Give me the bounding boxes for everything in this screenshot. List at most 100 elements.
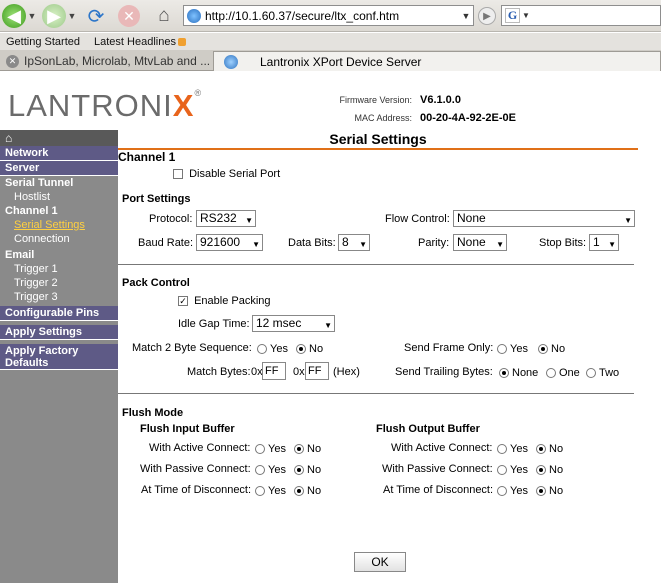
sidebar-item-trigger-1[interactable]: Trigger 1 bbox=[0, 262, 118, 276]
sidebar-item-hostlist[interactable]: Hostlist bbox=[0, 190, 118, 204]
url-text[interactable]: http://10.1.60.37/secure/ltx_conf.htm bbox=[205, 9, 459, 23]
close-tab-icon[interactable]: ✕ bbox=[6, 54, 19, 68]
forward-icon[interactable]: ▶ bbox=[42, 4, 66, 28]
trailing-none-radio[interactable] bbox=[499, 368, 509, 379]
sidebar-item-configurable-pins[interactable]: Configurable Pins bbox=[0, 306, 118, 321]
sidebar-item-email[interactable]: Email bbox=[0, 248, 118, 262]
input-disconnect-no-radio[interactable] bbox=[294, 486, 304, 497]
sidebar-item-apply-factory-defaults[interactable]: Apply Factory Defaults bbox=[0, 344, 118, 370]
output-active-no-radio[interactable] bbox=[536, 444, 546, 455]
tab-lantronix[interactable]: Lantronix XPort Device Server bbox=[213, 51, 661, 71]
protocol-select[interactable]: RS232 ▼ bbox=[196, 210, 256, 227]
input-passive-no-option[interactable]: No bbox=[294, 464, 321, 476]
send-frame-yes-option[interactable]: Yes bbox=[497, 343, 528, 355]
match-byte-1-input[interactable]: FF bbox=[262, 362, 286, 380]
trailing-none-option[interactable]: None bbox=[499, 367, 538, 379]
stop-bits-select[interactable]: 1 ▼ bbox=[589, 234, 619, 251]
hex-suffix: (Hex) bbox=[333, 366, 360, 378]
google-search-icon[interactable]: G bbox=[505, 8, 520, 23]
site-favicon-icon bbox=[187, 8, 201, 23]
home-icon[interactable]: ⌂ bbox=[152, 4, 176, 28]
enable-packing-checkbox[interactable]: ✓ bbox=[178, 296, 188, 307]
sidebar-item-server[interactable]: Server bbox=[0, 161, 118, 176]
input-passive-no-radio[interactable] bbox=[294, 465, 304, 476]
output-disconnect-no-option[interactable]: No bbox=[536, 485, 563, 497]
output-passive-yes-option[interactable]: Yes bbox=[497, 464, 528, 476]
url-bar[interactable]: http://10.1.60.37/secure/ltx_conf.htm ▼ bbox=[183, 5, 474, 26]
trailing-one-option[interactable]: One bbox=[546, 367, 580, 379]
enable-packing-label: Enable Packing bbox=[194, 295, 271, 307]
input-disconnect-no-option[interactable]: No bbox=[294, 485, 321, 497]
match2-no-radio[interactable] bbox=[296, 344, 306, 355]
send-frame-yes-radio[interactable] bbox=[497, 344, 507, 355]
forward-history-chevron-icon[interactable]: ▼ bbox=[67, 4, 77, 28]
output-active-no-label: No bbox=[549, 443, 564, 455]
input-active-no-option[interactable]: No bbox=[294, 443, 321, 455]
input-active-yes-radio[interactable] bbox=[255, 444, 265, 455]
search-bar[interactable]: G ▼ bbox=[501, 5, 661, 26]
sidebar-item-network[interactable]: Network bbox=[0, 146, 118, 161]
disable-serial-port-checkbox[interactable] bbox=[173, 169, 183, 180]
input-active-no-radio[interactable] bbox=[294, 444, 304, 455]
sidebar-item-channel-1[interactable]: Channel 1 bbox=[0, 204, 118, 218]
input-disconnect-yes-radio[interactable] bbox=[255, 486, 265, 497]
stop-icon[interactable]: ✕ bbox=[118, 5, 140, 27]
match2-no-option[interactable]: No bbox=[296, 343, 323, 355]
sidebar-home-icon[interactable]: ⌂ bbox=[0, 130, 118, 146]
input-active-yes-label: Yes bbox=[268, 443, 286, 455]
output-passive-no-option[interactable]: No bbox=[536, 464, 563, 476]
input-disconnect-yes-option[interactable]: Yes bbox=[255, 485, 286, 497]
back-history-chevron-icon[interactable]: ▼ bbox=[27, 4, 37, 28]
output-active-yes-option[interactable]: Yes bbox=[497, 443, 528, 455]
reload-icon[interactable]: ⟳ bbox=[84, 4, 108, 28]
baud-rate-select[interactable]: 921600 ▼ bbox=[196, 234, 263, 251]
idle-gap-select[interactable]: 12 msec ▼ bbox=[252, 315, 335, 332]
url-dropdown-icon[interactable]: ▼ bbox=[459, 11, 473, 21]
output-passive-no-radio[interactable] bbox=[536, 465, 546, 476]
back-icon[interactable]: ◀ bbox=[2, 4, 26, 28]
output-active-no-option[interactable]: No bbox=[536, 443, 563, 455]
send-frame-no-option[interactable]: No bbox=[538, 343, 565, 355]
input-passive-yes-option[interactable]: Yes bbox=[255, 464, 286, 476]
parity-value: None bbox=[457, 235, 486, 249]
page-title: Serial Settings bbox=[329, 131, 427, 147]
firmware-label: Firmware Version: bbox=[339, 95, 412, 105]
bookmark-getting-started[interactable]: Getting Started bbox=[6, 36, 80, 48]
bookmark-latest-headlines[interactable]: Latest Headlines bbox=[94, 36, 186, 48]
parity-select[interactable]: None ▼ bbox=[453, 234, 507, 251]
input-active-yes-option[interactable]: Yes bbox=[255, 443, 286, 455]
pack-control-heading: Pack Control bbox=[122, 277, 190, 289]
send-frame-no-radio[interactable] bbox=[538, 344, 548, 355]
chevron-down-icon: ▼ bbox=[324, 321, 332, 330]
output-passive-yes-radio[interactable] bbox=[497, 465, 507, 476]
ok-button[interactable]: OK bbox=[354, 552, 406, 572]
sidebar-item-apply-settings[interactable]: Apply Settings bbox=[0, 325, 118, 340]
output-disconnect-yes-option[interactable]: Yes bbox=[497, 485, 528, 497]
stop-bits-label: Stop Bits: bbox=[539, 237, 587, 249]
baud-rate-label: Baud Rate: bbox=[138, 237, 194, 249]
flow-control-select[interactable]: None ▼ bbox=[453, 210, 635, 227]
trailing-two-label: Two bbox=[599, 367, 620, 379]
output-disconnect-yes-radio[interactable] bbox=[497, 486, 507, 497]
match2-yes-radio[interactable] bbox=[257, 344, 267, 355]
mac-label: MAC Address: bbox=[354, 113, 412, 123]
sidebar-item-trigger-2[interactable]: Trigger 2 bbox=[0, 276, 118, 290]
output-active-yes-radio[interactable] bbox=[497, 444, 507, 455]
tab-ipsonlab[interactable]: ✕ IpSonLab, Microlab, MtvLab and ... bbox=[0, 51, 212, 71]
data-bits-select[interactable]: 8 ▼ bbox=[338, 234, 370, 251]
go-icon[interactable]: ▶ bbox=[478, 7, 496, 25]
output-disconnect-no-radio[interactable] bbox=[536, 486, 546, 497]
sidebar-item-serial-settings[interactable]: Serial Settings bbox=[0, 218, 118, 232]
search-engine-dropdown-icon[interactable]: ▼ bbox=[522, 11, 530, 20]
trailing-two-radio[interactable] bbox=[586, 368, 596, 379]
sidebar-item-connection[interactable]: Connection bbox=[0, 232, 118, 246]
sidebar-item-trigger-3[interactable]: Trigger 3 bbox=[0, 290, 118, 304]
input-passive-yes-radio[interactable] bbox=[255, 465, 265, 476]
trailing-two-option[interactable]: Two bbox=[586, 367, 619, 379]
match-byte-2-input[interactable]: FF bbox=[305, 362, 329, 380]
trailing-one-label: One bbox=[559, 367, 580, 379]
protocol-label: Protocol: bbox=[149, 213, 193, 225]
sidebar-item-serial-tunnel[interactable]: Serial Tunnel bbox=[0, 176, 118, 190]
match2-yes-option[interactable]: Yes bbox=[257, 343, 288, 355]
trailing-one-radio[interactable] bbox=[546, 368, 556, 379]
